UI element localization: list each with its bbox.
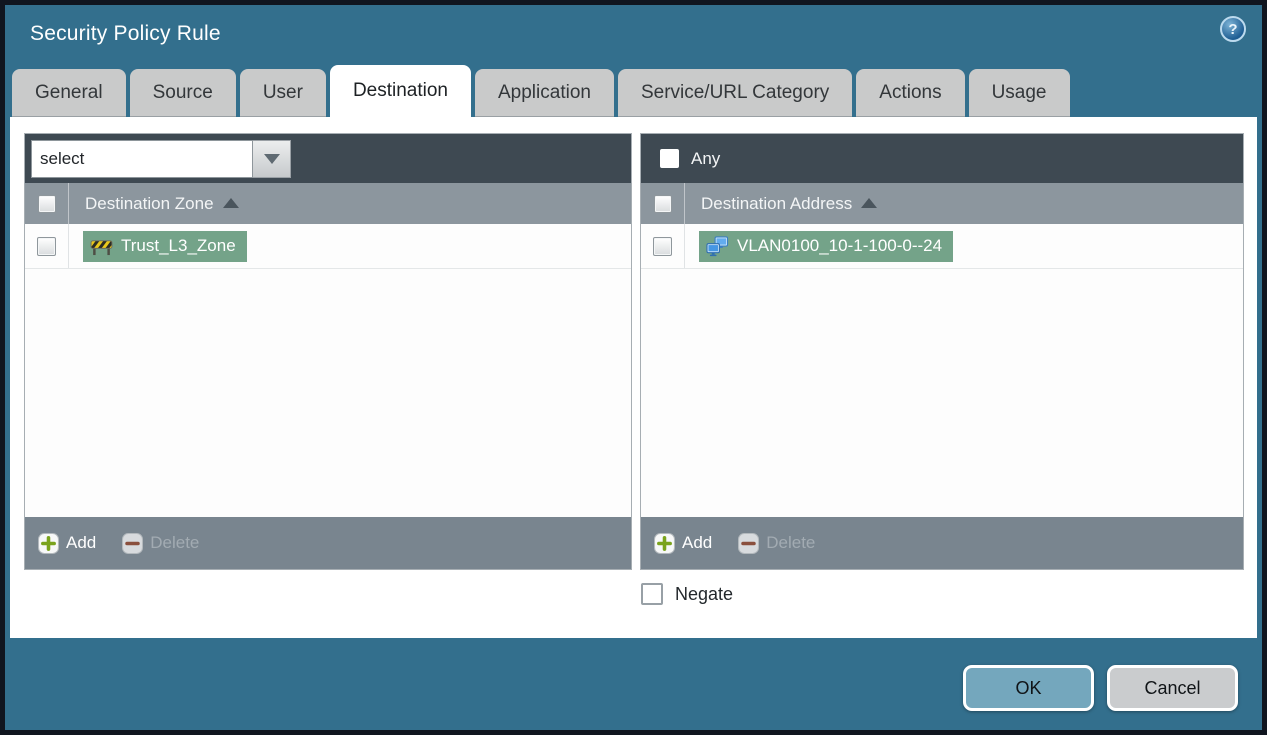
negate-label: Negate: [675, 583, 734, 604]
destination-tab-content: Destination Zone: [10, 117, 1257, 638]
tab-user[interactable]: User: [239, 69, 326, 117]
zone-select-all-checkbox[interactable]: [37, 194, 56, 213]
destination-zone-panel: Destination Zone: [24, 133, 632, 570]
plus-icon: [654, 532, 675, 554]
zone-chip[interactable]: Trust_L3_Zone: [83, 230, 247, 262]
tab-general[interactable]: General: [12, 69, 126, 117]
minus-icon: [738, 532, 760, 554]
zone-column-label[interactable]: Destination Zone: [85, 194, 214, 214]
sort-ascending-icon[interactable]: [861, 197, 878, 208]
zone-barrier-icon: [90, 239, 113, 255]
zone-select-dropdown-button[interactable]: [253, 139, 291, 178]
tab-destination[interactable]: Destination: [329, 65, 471, 117]
address-row-list: VLAN0100_10-1-100-0--24: [641, 224, 1243, 517]
network-address-icon: [706, 235, 729, 256]
chevron-down-icon: [263, 153, 280, 164]
tab-service-url-category[interactable]: Service/URL Category: [617, 69, 853, 117]
zone-row-checkbox[interactable]: [37, 236, 56, 256]
zone-row-label: Trust_L3_Zone: [121, 236, 236, 255]
zone-add-button[interactable]: Add: [38, 532, 96, 554]
zone-select-bar: [25, 134, 631, 183]
ok-button[interactable]: OK: [963, 665, 1094, 711]
minus-icon: [122, 532, 144, 554]
any-label: Any: [691, 148, 721, 168]
any-checkbox[interactable]: [659, 149, 679, 168]
address-chip[interactable]: VLAN0100_10-1-100-0--24: [699, 230, 954, 262]
security-policy-rule-dialog: Security Policy Rule ? General Source Us…: [0, 0, 1267, 735]
address-table-row[interactable]: VLAN0100_10-1-100-0--24: [641, 224, 1243, 269]
zone-column-header: Destination Zone: [25, 183, 631, 224]
destination-address-panel: Any Destination Address VLAN0100_10-1-10…: [640, 133, 1244, 570]
zone-row-list: Trust_L3_Zone: [25, 224, 631, 517]
tab-actions[interactable]: Actions: [856, 69, 965, 117]
dialog-title: Security Policy Rule: [30, 21, 221, 45]
tab-source[interactable]: Source: [129, 69, 236, 117]
address-add-button[interactable]: Add: [654, 532, 712, 554]
address-delete-button[interactable]: Delete: [738, 532, 815, 554]
address-column-label[interactable]: Destination Address: [701, 194, 852, 214]
tab-bar: General Source User Destination Applicat…: [12, 65, 1070, 117]
address-row-checkbox[interactable]: [653, 236, 672, 256]
plus-icon: [38, 532, 59, 554]
address-row-label: VLAN0100_10-1-100-0--24: [737, 236, 943, 255]
address-panel-footer: Add Delete: [641, 517, 1243, 569]
tab-application[interactable]: Application: [475, 69, 614, 117]
zone-panel-footer: Add Delete: [25, 517, 631, 569]
sort-ascending-icon[interactable]: [222, 197, 239, 208]
zone-delete-button[interactable]: Delete: [122, 532, 199, 554]
title-bar: Security Policy Rule: [5, 5, 1262, 62]
zone-select-input[interactable]: [31, 139, 253, 178]
address-select-all-checkbox[interactable]: [653, 194, 672, 213]
any-bar: Any: [641, 134, 1243, 183]
zone-table-row[interactable]: Trust_L3_Zone: [25, 224, 631, 269]
tab-usage[interactable]: Usage: [968, 69, 1070, 117]
help-icon[interactable]: ?: [1220, 16, 1246, 42]
address-column-header: Destination Address: [641, 183, 1243, 224]
cancel-button[interactable]: Cancel: [1107, 665, 1238, 711]
negate-option: Negate: [641, 583, 733, 605]
negate-checkbox[interactable]: [641, 583, 663, 605]
